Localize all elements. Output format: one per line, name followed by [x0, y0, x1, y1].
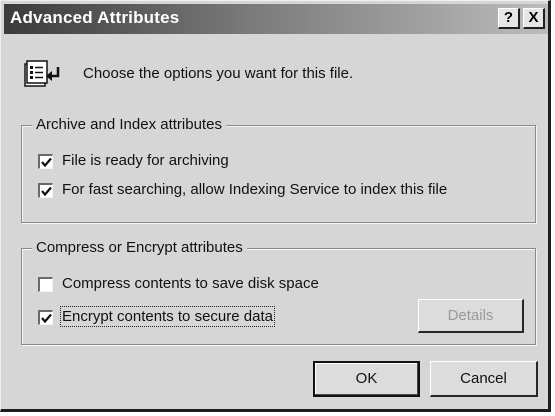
cancel-button[interactable]: Cancel: [430, 361, 538, 397]
archive-checkbox[interactable]: [38, 154, 53, 169]
details-button[interactable]: Details: [418, 299, 524, 333]
indexing-checkbox[interactable]: [38, 183, 53, 198]
ok-button[interactable]: OK: [313, 361, 420, 397]
title-bar[interactable]: Advanced Attributes ? X: [4, 4, 548, 34]
help-button[interactable]: ?: [498, 8, 520, 29]
indexing-checkbox-label: For fast searching, allow Indexing Servi…: [62, 181, 448, 198]
compress-checkbox-label: Compress contents to save disk space: [62, 275, 319, 292]
close-button[interactable]: X: [523, 8, 545, 29]
encrypt-checkbox-label: Encrypt contents to secure data: [60, 306, 275, 327]
archive-index-group-title: Archive and Index attributes: [32, 116, 226, 133]
advanced-attributes-dialog: Advanced Attributes ? X Choose the optio…: [0, 0, 551, 412]
encrypt-checkbox[interactable]: [38, 310, 53, 325]
archive-checkbox-label: File is ready for archiving: [62, 152, 229, 169]
header-description: Choose the options you want for this fil…: [83, 65, 354, 82]
compress-encrypt-group-title: Compress or Encrypt attributes: [32, 239, 247, 256]
compress-checkbox[interactable]: [38, 277, 53, 292]
archive-index-group: Archive and Index attributes File is rea…: [21, 116, 536, 223]
window-title: Advanced Attributes: [10, 8, 180, 27]
attributes-icon: [21, 59, 63, 89]
